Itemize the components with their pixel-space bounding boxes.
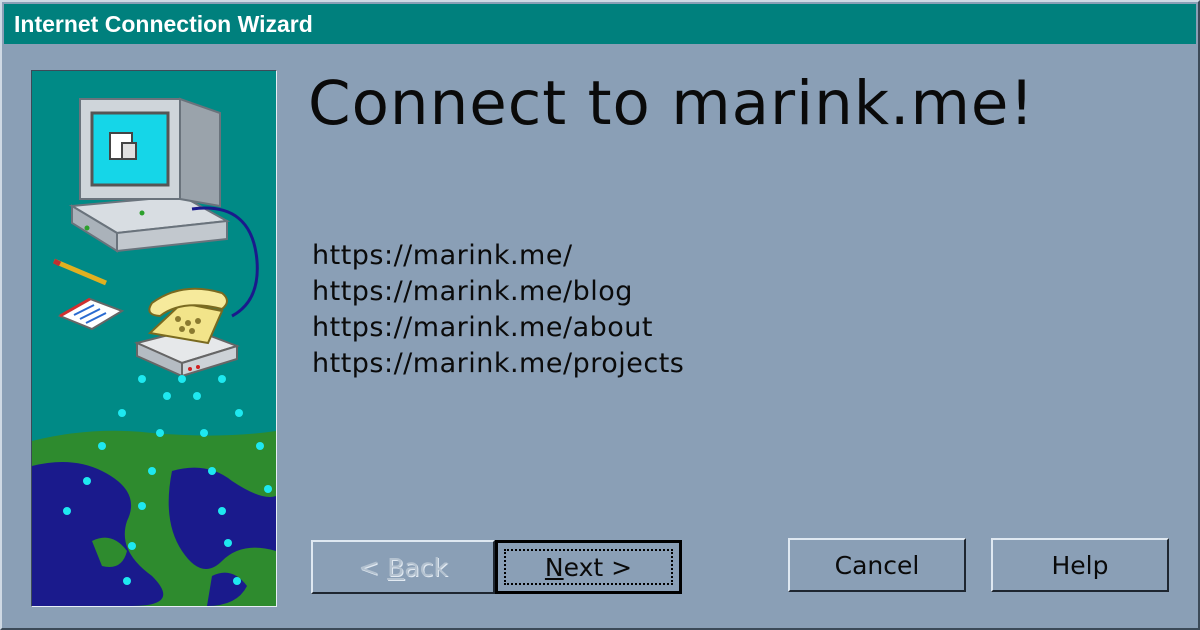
back-mnemonic: B bbox=[387, 552, 405, 582]
next-button-label: Next > bbox=[545, 553, 632, 582]
cancel-button[interactable]: Cancel bbox=[788, 538, 966, 592]
next-button[interactable]: Next > bbox=[495, 540, 682, 594]
back-prefix: < bbox=[358, 552, 388, 582]
link-list: https://marink.me/ https://marink.me/blo… bbox=[312, 238, 684, 382]
link-item[interactable]: https://marink.me/projects bbox=[312, 346, 684, 382]
back-rest: ack bbox=[404, 552, 448, 582]
help-button[interactable]: Help bbox=[991, 538, 1169, 592]
link-item[interactable]: https://marink.me/ bbox=[312, 238, 684, 274]
title-bar[interactable]: Internet Connection Wizard bbox=[4, 4, 1196, 44]
wizard-illustration bbox=[31, 70, 277, 607]
back-button[interactable]: < Back bbox=[311, 540, 495, 594]
illustration-svg bbox=[32, 71, 276, 606]
window-title: Internet Connection Wizard bbox=[14, 11, 313, 37]
wizard-window: Internet Connection Wizard Connect to ma… bbox=[0, 0, 1200, 630]
link-item[interactable]: https://marink.me/about bbox=[312, 310, 684, 346]
link-item[interactable]: https://marink.me/blog bbox=[312, 274, 684, 310]
next-rest: ext > bbox=[563, 552, 633, 582]
back-button-label: < Back bbox=[358, 553, 448, 582]
next-mnemonic: N bbox=[544, 552, 564, 582]
page-title: Connect to marink.me! bbox=[308, 68, 1035, 139]
